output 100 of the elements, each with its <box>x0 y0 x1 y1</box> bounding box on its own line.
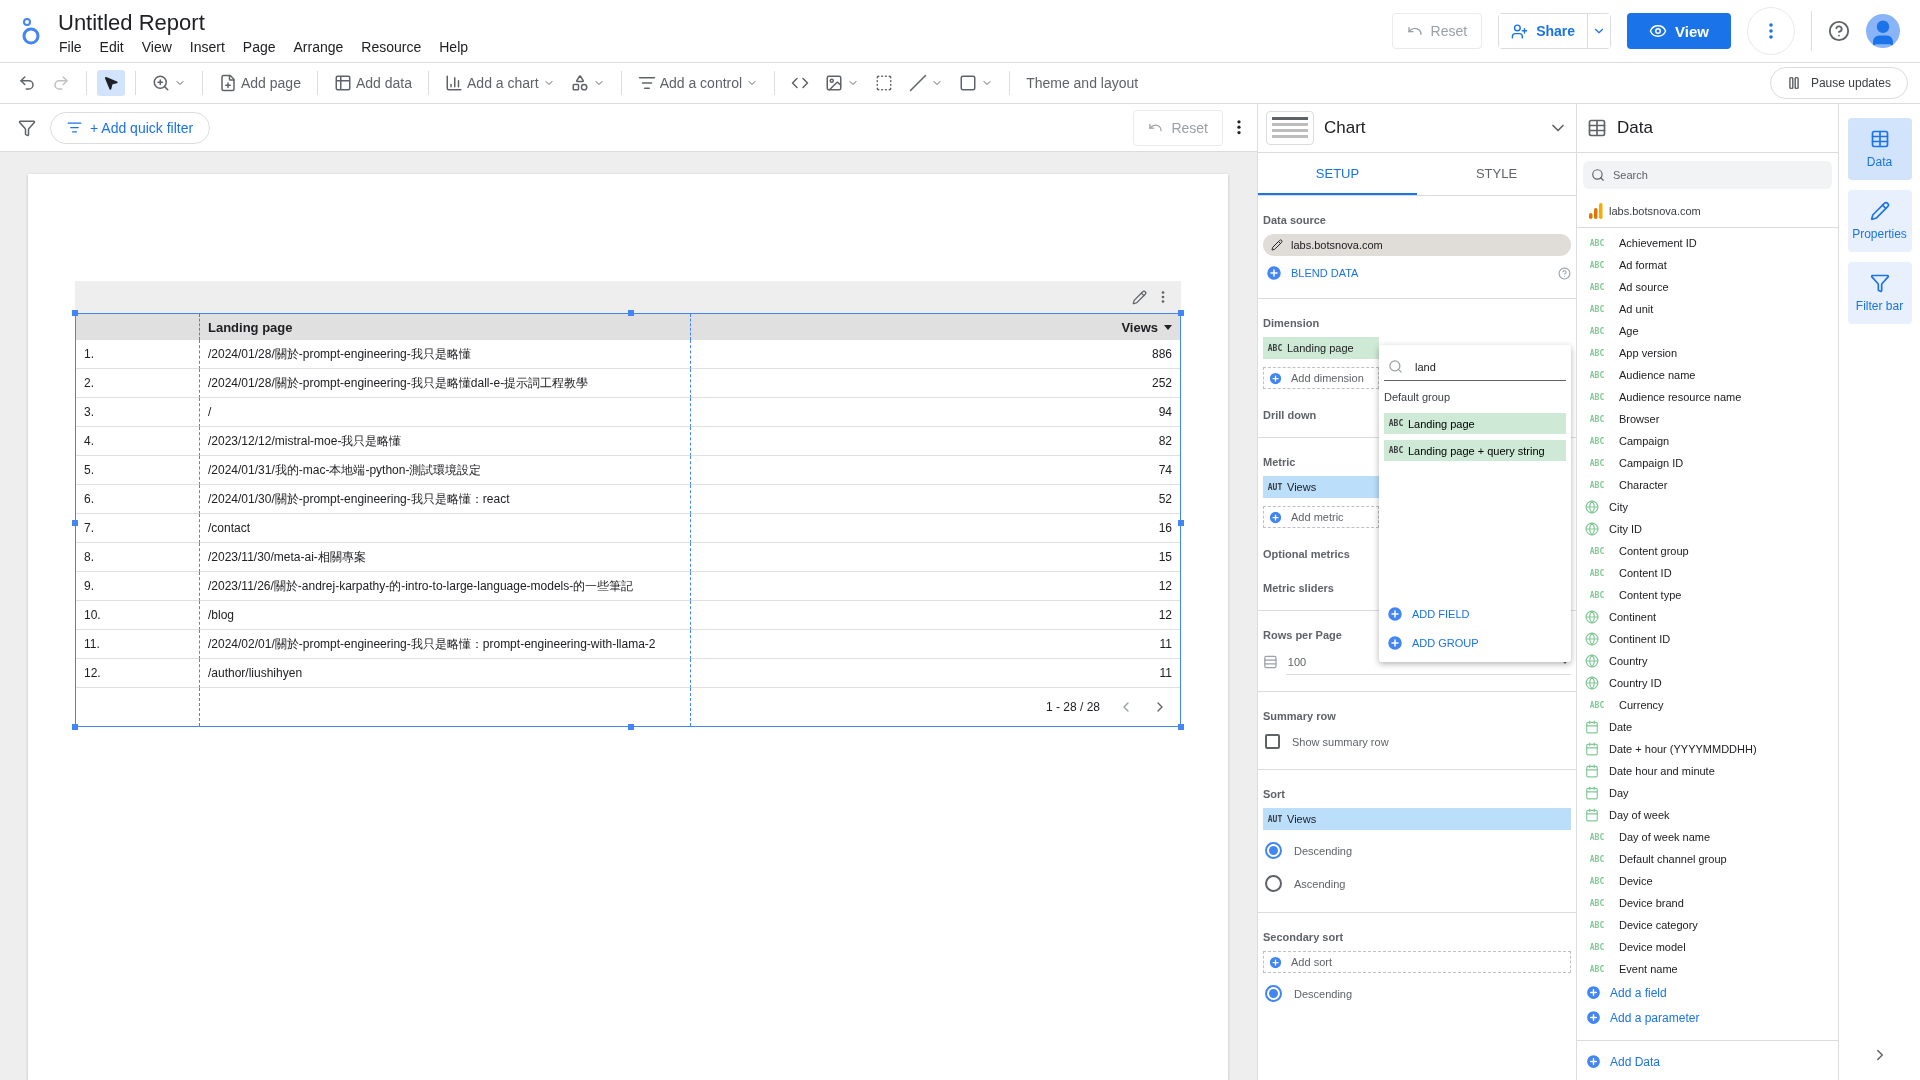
avatar[interactable] <box>1866 14 1900 48</box>
resize-handle[interactable] <box>628 724 634 730</box>
field-item[interactable]: ABC Content ID <box>1577 562 1838 584</box>
resize-handle[interactable] <box>628 310 634 316</box>
pause-updates-button[interactable]: Pause updates <box>1769 67 1908 99</box>
sort-radio[interactable]: Ascending <box>1263 871 1571 896</box>
field-item[interactable]: ABC Device <box>1577 870 1838 892</box>
field-item[interactable]: ABC Campaign <box>1577 430 1838 452</box>
menu-item[interactable]: Page <box>233 36 285 58</box>
menu-item[interactable]: Resource <box>352 36 431 58</box>
add-data-button[interactable]: Add data <box>327 69 418 97</box>
field-item[interactable]: ABC Device model <box>1577 936 1838 958</box>
dimension-chip[interactable]: ABC Landing page <box>1263 337 1379 359</box>
field-item[interactable]: Country ID <box>1577 672 1838 694</box>
field-item[interactable]: Continent <box>1577 606 1838 628</box>
sort-radio[interactable]: Descending <box>1263 981 1571 1006</box>
add-dimension-button[interactable]: Add dimension <box>1263 367 1379 389</box>
field-item[interactable]: Date hour and minute <box>1577 760 1838 782</box>
field-item[interactable]: ABC Character <box>1577 474 1838 496</box>
field-item[interactable]: ABC Day of week name <box>1577 826 1838 848</box>
field-item[interactable]: Country <box>1577 650 1838 672</box>
theme-and-layout-button[interactable]: Theme and layout <box>1020 70 1145 96</box>
field-item[interactable]: City <box>1577 496 1838 518</box>
field-item[interactable]: ABC Achievement ID <box>1577 232 1838 254</box>
text-type-icon: ABC <box>1585 942 1609 952</box>
menu-item[interactable]: Help <box>430 36 478 58</box>
rail-button[interactable]: Properties <box>1847 190 1912 252</box>
field-option[interactable]: ABC Landing page + query string <box>1384 440 1566 461</box>
field-item[interactable]: Day of week <box>1577 804 1838 826</box>
blend-data-button[interactable]: BLEND DATA <box>1263 264 1361 282</box>
help-icon[interactable] <box>1558 266 1571 280</box>
resize-handle[interactable] <box>72 520 78 526</box>
field-option[interactable]: ABC Landing page <box>1384 413 1566 434</box>
add-quick-filter-button[interactable]: + Add quick filter <box>50 111 211 144</box>
add-chart-button[interactable]: Add a chart <box>439 69 561 97</box>
filter-icon <box>1869 273 1890 293</box>
metric-chip[interactable]: AUT Views <box>1263 476 1379 498</box>
resize-handle[interactable] <box>72 724 78 730</box>
resize-handle[interactable] <box>1178 520 1184 526</box>
field-item[interactable]: Continent ID <box>1577 628 1838 650</box>
field-item[interactable]: ABC Event name <box>1577 958 1838 980</box>
select-tool-button[interactable] <box>97 70 125 96</box>
more-icon[interactable] <box>1237 120 1241 135</box>
share-button[interactable]: Share <box>1499 14 1589 48</box>
add-control-button[interactable]: Add a control <box>631 69 765 97</box>
menu-item[interactable]: Insert <box>180 36 234 58</box>
add-icon <box>1268 370 1283 386</box>
field-item[interactable]: ABC Default channel group <box>1577 848 1838 870</box>
field-item[interactable]: ABC Ad source <box>1577 276 1838 298</box>
add-action-button[interactable]: ADD FIELD <box>1384 602 1566 625</box>
rail-button[interactable]: Data <box>1847 118 1912 180</box>
field-item[interactable]: ABC Audience resource name <box>1577 386 1838 408</box>
panel-title: Data <box>1617 118 1653 138</box>
field-item[interactable]: Date + hour (YYYYMMDDHH) <box>1577 738 1838 760</box>
field-item[interactable]: Date <box>1577 716 1838 738</box>
table-icon <box>1869 129 1890 149</box>
field-item[interactable]: ABC Content group <box>1577 540 1838 562</box>
field-item[interactable]: ABC Device category <box>1577 914 1838 936</box>
menu-item[interactable]: Edit <box>90 36 133 58</box>
add-link[interactable]: Add a parameter <box>1577 1005 1838 1030</box>
add-link[interactable]: Add a field <box>1577 980 1838 1005</box>
field-item[interactable]: ABC Browser <box>1577 408 1838 430</box>
add-page-button[interactable]: Add page <box>213 69 307 97</box>
add-metric-button[interactable]: Add metric <box>1263 506 1379 528</box>
calendar-icon <box>1585 786 1599 800</box>
field-item[interactable]: ABC Audience name <box>1577 364 1838 386</box>
add-sort-button[interactable]: Add sort <box>1263 951 1571 973</box>
sort-radio[interactable]: Descending <box>1263 838 1571 863</box>
field-item[interactable]: ABC Ad unit <box>1577 298 1838 320</box>
table-cell: 15 <box>691 543 1180 572</box>
edit-icon[interactable] <box>1132 289 1147 305</box>
resize-handle[interactable] <box>1178 724 1184 730</box>
show-summary-row-checkbox[interactable]: Show summary row <box>1263 730 1571 753</box>
search-field[interactable]: Search <box>1583 161 1832 189</box>
field-item[interactable]: ABC Currency <box>1577 694 1838 716</box>
menu-item[interactable]: Arrange <box>284 36 353 58</box>
column-header[interactable]: Views <box>691 314 1180 340</box>
add-data-link[interactable]: Add Data <box>1577 1049 1669 1074</box>
report-title[interactable]: Untitled Report <box>58 10 478 36</box>
field-item[interactable]: Day <box>1577 782 1838 804</box>
field-item[interactable]: City ID <box>1577 518 1838 540</box>
data-source-chip[interactable]: labs.botsnova.com <box>1263 234 1571 256</box>
field-item[interactable]: ABC App version <box>1577 342 1838 364</box>
view-button[interactable]: View <box>1627 13 1731 49</box>
field-item[interactable]: ABC Content type <box>1577 584 1838 606</box>
resize-handle[interactable] <box>72 310 78 316</box>
resize-handle[interactable] <box>1178 310 1184 316</box>
field-item[interactable]: ABC Campaign ID <box>1577 452 1838 474</box>
menu-item[interactable]: File <box>50 36 91 58</box>
field-item[interactable]: ABC Device brand <box>1577 892 1838 914</box>
sort-field-chip[interactable]: AUT Views <box>1263 808 1571 830</box>
column-header[interactable]: Landing page <box>200 314 691 340</box>
menu-item[interactable]: View <box>132 36 181 58</box>
field-item[interactable]: ABC Ad format <box>1577 254 1838 276</box>
field-item[interactable]: ABC Age <box>1577 320 1838 342</box>
field-search-input[interactable]: land <box>1384 353 1566 381</box>
help-icon[interactable] <box>1828 20 1850 42</box>
pagination-text: 1 - 28 / 28 <box>1045 700 1100 714</box>
rail-button[interactable]: Filter bar <box>1847 262 1912 324</box>
table-cell: /2023/11/30/meta-ai-相關專案 <box>200 543 691 572</box>
